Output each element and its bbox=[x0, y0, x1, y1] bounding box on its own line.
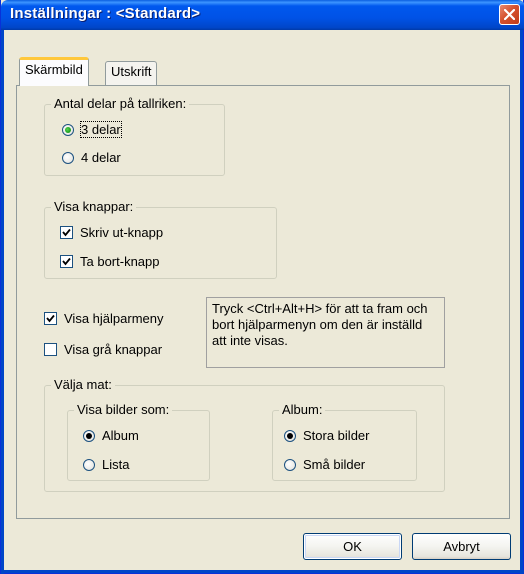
tab-skarmbild[interactable]: Skärmbild bbox=[19, 57, 89, 86]
checkbox-visa-gra-knappar[interactable]: Visa grå knappar bbox=[44, 342, 162, 357]
radio-selected-icon bbox=[62, 123, 74, 136]
checkbox-ta-bort-knapp[interactable]: Ta bort-knapp bbox=[60, 254, 160, 269]
option-label: 3 delar bbox=[80, 121, 122, 138]
close-icon bbox=[504, 9, 515, 20]
option-label: Lista bbox=[102, 457, 130, 472]
option-label: 4 delar bbox=[81, 150, 121, 165]
close-button[interactable] bbox=[499, 4, 520, 25]
window-frame-left bbox=[1, 30, 4, 574]
option-label: Stora bilder bbox=[303, 428, 370, 443]
help-info-box: Tryck <Ctrl+Alt+H> för att ta fram och b… bbox=[206, 297, 445, 368]
radio-3-delar[interactable]: 3 delar bbox=[62, 121, 122, 138]
window-frame-bottom bbox=[1, 570, 524, 573]
ok-button[interactable]: OK bbox=[303, 533, 402, 560]
option-label: Album bbox=[102, 428, 139, 443]
group-antal-delar: Antal delar på tallriken: 3 delar 4 dela… bbox=[44, 96, 225, 176]
group-legend: Välja mat: bbox=[51, 377, 115, 393]
group-legend: Album: bbox=[279, 402, 326, 418]
checkbox-checked-icon bbox=[44, 312, 57, 325]
option-label: Skriv ut-knapp bbox=[80, 225, 164, 240]
title-bar[interactable]: Inställningar : <Standard> bbox=[1, 0, 524, 30]
help-info-text: Tryck <Ctrl+Alt+H> för att ta fram och b… bbox=[212, 301, 428, 348]
option-label: Visa hjälparmeny bbox=[64, 311, 164, 326]
checkbox-checked-icon bbox=[60, 255, 73, 268]
checkbox-skriv-ut-knapp[interactable]: Skriv ut-knapp bbox=[60, 225, 163, 240]
group-visa-knappar: Visa knappar: Skriv ut-knapp Ta bort-kna… bbox=[44, 199, 277, 279]
window-title: Inställningar : <Standard> bbox=[10, 5, 201, 22]
group-legend: Antal delar på tallriken: bbox=[51, 96, 190, 112]
option-label: Små bilder bbox=[303, 457, 366, 472]
radio-unselected-icon bbox=[284, 458, 296, 471]
group-legend: Visa bilder som: bbox=[74, 402, 173, 418]
checkbox-checked-icon bbox=[60, 226, 73, 239]
tab-label: Utskrift bbox=[111, 64, 152, 79]
window-frame-right bbox=[520, 30, 523, 574]
radio-album[interactable]: Album bbox=[83, 428, 139, 443]
group-visa-bilder-som: Visa bilder som: Album Lista bbox=[67, 402, 210, 481]
radio-lista[interactable]: Lista bbox=[83, 457, 129, 472]
group-legend: Visa knappar: bbox=[51, 199, 137, 215]
group-valja-mat: Välja mat: Visa bilder som: Album Lista … bbox=[44, 377, 445, 492]
radio-stora-bilder[interactable]: Stora bilder bbox=[284, 428, 369, 443]
button-label: OK bbox=[343, 539, 362, 554]
option-label: Ta bort-knapp bbox=[80, 254, 160, 269]
tab-utskrift[interactable]: Utskrift bbox=[105, 61, 158, 85]
radio-4-delar[interactable]: 4 delar bbox=[62, 150, 121, 165]
checkbox-unchecked-icon bbox=[44, 343, 57, 356]
group-album: Album: Stora bilder Små bilder bbox=[272, 402, 417, 481]
tab-label: Skärmbild bbox=[25, 62, 83, 77]
settings-dialog: Inställningar : <Standard> Skärmbild Uts… bbox=[0, 0, 524, 574]
radio-selected-icon bbox=[284, 429, 296, 442]
checkbox-visa-hjalparmeny[interactable]: Visa hjälparmeny bbox=[44, 311, 163, 326]
button-label: Avbryt bbox=[443, 539, 480, 554]
radio-unselected-icon bbox=[83, 458, 95, 471]
cancel-button[interactable]: Avbryt bbox=[412, 533, 511, 560]
option-label: Visa grå knappar bbox=[64, 342, 163, 357]
radio-unselected-icon bbox=[62, 151, 74, 164]
radio-sma-bilder[interactable]: Små bilder bbox=[284, 457, 365, 472]
radio-selected-icon bbox=[83, 429, 95, 442]
